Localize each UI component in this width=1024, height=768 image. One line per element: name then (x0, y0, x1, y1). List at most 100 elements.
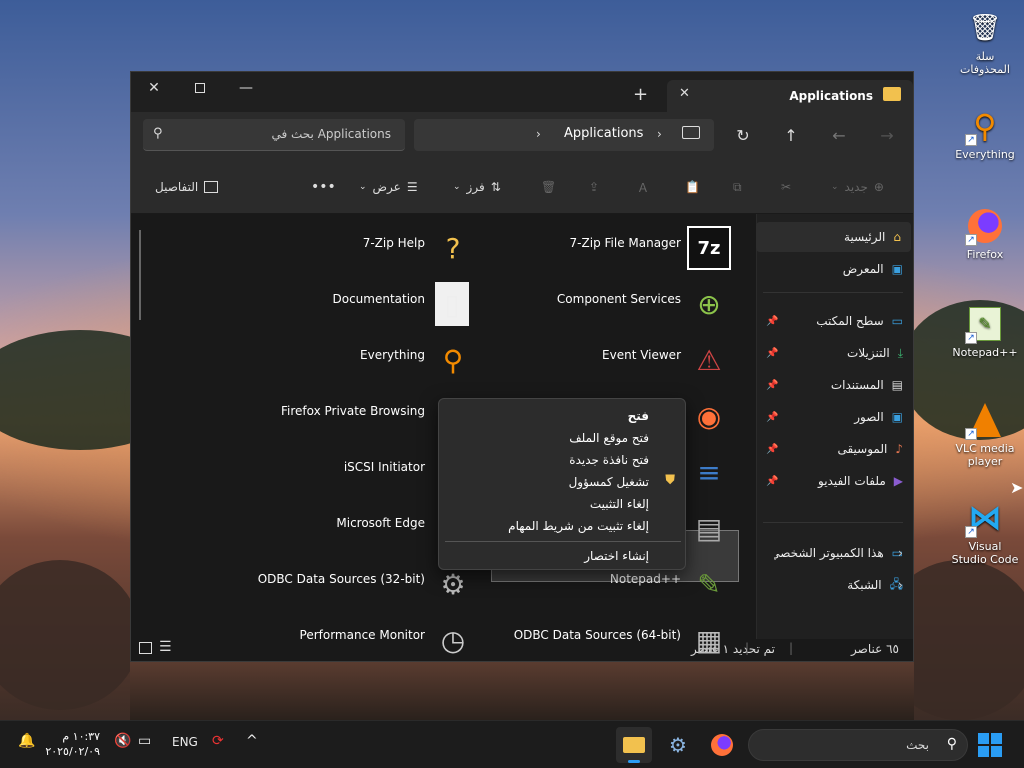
chevron-right-icon[interactable]: › (898, 578, 903, 592)
menu-item-unpin-taskbar[interactable]: إلغاء تثبيت من شريط المهام (508, 519, 649, 533)
tab-applications[interactable]: ✕ Applications (667, 80, 913, 112)
pin-icon[interactable]: 📌 (766, 444, 778, 455)
up-button[interactable]: ↑ (779, 125, 803, 149)
sidebar-item-pinned[interactable]: 📌 المستندات ▤ (758, 370, 913, 400)
list-item-label: Everything (360, 348, 425, 362)
view-label: عرض (372, 180, 401, 194)
sidebar-item-pinned[interactable]: 📌 الموسيقى ♪ (758, 434, 913, 464)
search-input[interactable]: ⚲ بحث في Applications (143, 119, 405, 151)
list-item[interactable]: ⊕ Component Services (437, 280, 737, 332)
list-item[interactable]: ◐iSCSI Initiator (181, 448, 481, 500)
address-bar[interactable]: › Applications › (414, 119, 714, 151)
new-button[interactable]: ⌄ جديد ⊕ (831, 174, 884, 200)
forward-button[interactable]: → (875, 125, 899, 149)
firefox-icon: ↗ (965, 206, 1005, 246)
menu-item-open-file-location[interactable]: فتح موقع الملف (569, 431, 649, 445)
desktop-icon-recycle-bin[interactable]: 🗑 سلة المحذوفات (950, 8, 1020, 76)
taskbar-search[interactable]: ⚲ بحث (748, 729, 968, 761)
start-button[interactable] (978, 733, 1002, 757)
desktop-icon-vlc[interactable]: ↗ VLC media player (950, 400, 1020, 468)
pin-icon[interactable]: 📌 (766, 380, 778, 391)
list-item[interactable]: ⚙ ODBC Data Sources (32-bit) (181, 560, 481, 612)
taskbar-firefox[interactable] (704, 727, 740, 763)
menu-item-open-new-window[interactable]: فتح نافذة جديدة (569, 453, 649, 467)
refresh-button[interactable]: ↻ (731, 125, 755, 149)
sidebar-item-this-pc[interactable]: › هذا الكمبيوتر الشخصي ▭ (758, 538, 913, 568)
pin-icon[interactable]: 📌 (766, 476, 778, 487)
minimize-button[interactable]: — (223, 72, 269, 104)
details-view-button[interactable]: ☰ (159, 639, 172, 655)
pin-icon[interactable]: 📌 (766, 316, 778, 327)
details-button[interactable]: التفاصيل (155, 174, 219, 200)
taskbar-file-explorer[interactable] (616, 727, 652, 763)
pin-icon[interactable]: 📌 (766, 348, 778, 359)
back-button[interactable]: ← (827, 125, 851, 149)
new-tab-button[interactable]: + (633, 84, 648, 105)
sidebar-item-pinned[interactable]: 📌 التنزيلات ⤓ (758, 338, 913, 368)
menu-item-run-as-admin[interactable]: تشغيل كمسؤول (569, 475, 649, 489)
large-icons-view-button[interactable] (139, 642, 152, 654)
clock[interactable]: ١٠:٣٧ م ٢٠٢٥/٠٢/٠٩ (42, 729, 100, 759)
list-item[interactable]: 7z 7-Zip File Manager (437, 224, 737, 276)
desktop-icon-firefox[interactable]: ↗ Firefox (950, 206, 1020, 261)
this-pc-icon[interactable] (682, 126, 700, 139)
share-button[interactable]: ⇪ (589, 174, 599, 200)
volume-muted-icon[interactable]: 🔇 (114, 733, 131, 749)
breadcrumb-current[interactable]: Applications (564, 126, 643, 141)
delete-button[interactable]: 🗑 (541, 174, 556, 200)
list-item[interactable]: ●Firefox Private Browsing (181, 392, 481, 444)
downloads-icon: ⤓ (897, 345, 903, 360)
tab-close-icon[interactable]: ✕ (679, 86, 690, 101)
cut-button[interactable]: ✂ (781, 174, 791, 200)
sidebar-item-pinned[interactable]: 📌 الصور ▣ (758, 402, 913, 432)
menu-item-open[interactable]: فتح (628, 409, 649, 423)
sort-button[interactable]: ⌄ فرز ⇅ (453, 174, 501, 200)
clock-date: ٢٠٢٥/٠٢/٠٩ (45, 745, 100, 758)
rename-button[interactable]: Ａ (637, 174, 649, 200)
sidebar-item-gallery[interactable]: المعرض ▣ (758, 254, 913, 284)
list-item[interactable]: ▯ Documentation (181, 280, 481, 332)
sidebar-item-label: ملفات الفيديو (818, 474, 886, 488)
copy-button[interactable]: ⧉ (733, 174, 742, 200)
sidebar-item-home[interactable]: الرئيسية ⌂ (756, 222, 911, 252)
desktop-icon-notepadpp[interactable]: ✎ ↗ Notepad++ (950, 304, 1020, 359)
chevron-right-icon[interactable]: › (898, 546, 903, 560)
sidebar-item-pinned[interactable]: 📌 ملفات الفيديو ▶ (758, 466, 913, 496)
maximize-button[interactable] (177, 72, 223, 104)
view-icon: ☰ (406, 180, 418, 194)
desktop-icon-label: Everything (955, 148, 1015, 161)
list-item[interactable]: ⚲ Everything (181, 336, 481, 388)
show-hidden-icons-button[interactable]: ^ (246, 733, 258, 749)
menu-item-create-shortcut[interactable]: إنشاء اختصار (584, 549, 649, 563)
folder-icon (623, 737, 645, 753)
taskbar-search-placeholder: بحث (906, 738, 929, 752)
pin-icon[interactable]: 📌 (766, 412, 778, 423)
list-item-label: Component Services (556, 292, 681, 306)
more-options-button[interactable]: ••• (311, 174, 336, 200)
list-item[interactable]: ▦ ODBC Data Sources (64-bit) (437, 616, 737, 668)
file-explorer-window: ✕ — + ✕ Applications ⚲ بحث في Applicatio… (130, 71, 914, 662)
paste-icon: 📋 (685, 180, 700, 194)
taskbar-control-panel[interactable]: ⚙ (660, 727, 696, 763)
list-item[interactable]: ◔Microsoft Edge (181, 504, 481, 556)
divider (763, 522, 903, 523)
gallery-icon: ▣ (891, 262, 903, 276)
forward-arrow-icon: → (880, 126, 894, 145)
notification-bell-icon[interactable]: 🔔 (18, 733, 35, 749)
desktop-icon-vscode[interactable]: ⋈ ↗ Visual Studio Code (950, 498, 1020, 566)
list-item-label: Event Viewer (602, 348, 681, 362)
list-item[interactable]: ⚠ Event Viewer (437, 336, 737, 388)
network-icon[interactable]: ▭ (138, 733, 151, 749)
scrollbar-thumb[interactable] (139, 230, 141, 320)
desktop-icon-everything[interactable]: ⚲ ↗ Everything (950, 106, 1020, 161)
list-item[interactable]: ◷ Performance Monitor (181, 616, 481, 668)
paste-button[interactable]: 📋 (685, 174, 700, 200)
close-button[interactable]: ✕ (131, 72, 177, 104)
sidebar-item-pinned[interactable]: 📌 سطح المكتب ▭ (758, 306, 913, 336)
list-item[interactable]: ? 7-Zip Help (181, 224, 481, 276)
view-button[interactable]: ⌄ عرض ☰ (359, 174, 418, 200)
sync-icon[interactable]: ⟳ (212, 733, 224, 749)
menu-item-unpin-start[interactable]: إلغاء التثبيت (590, 497, 649, 511)
language-indicator[interactable]: ENG (172, 735, 198, 749)
sidebar-item-network[interactable]: › الشبكة 🖧 (758, 570, 913, 600)
